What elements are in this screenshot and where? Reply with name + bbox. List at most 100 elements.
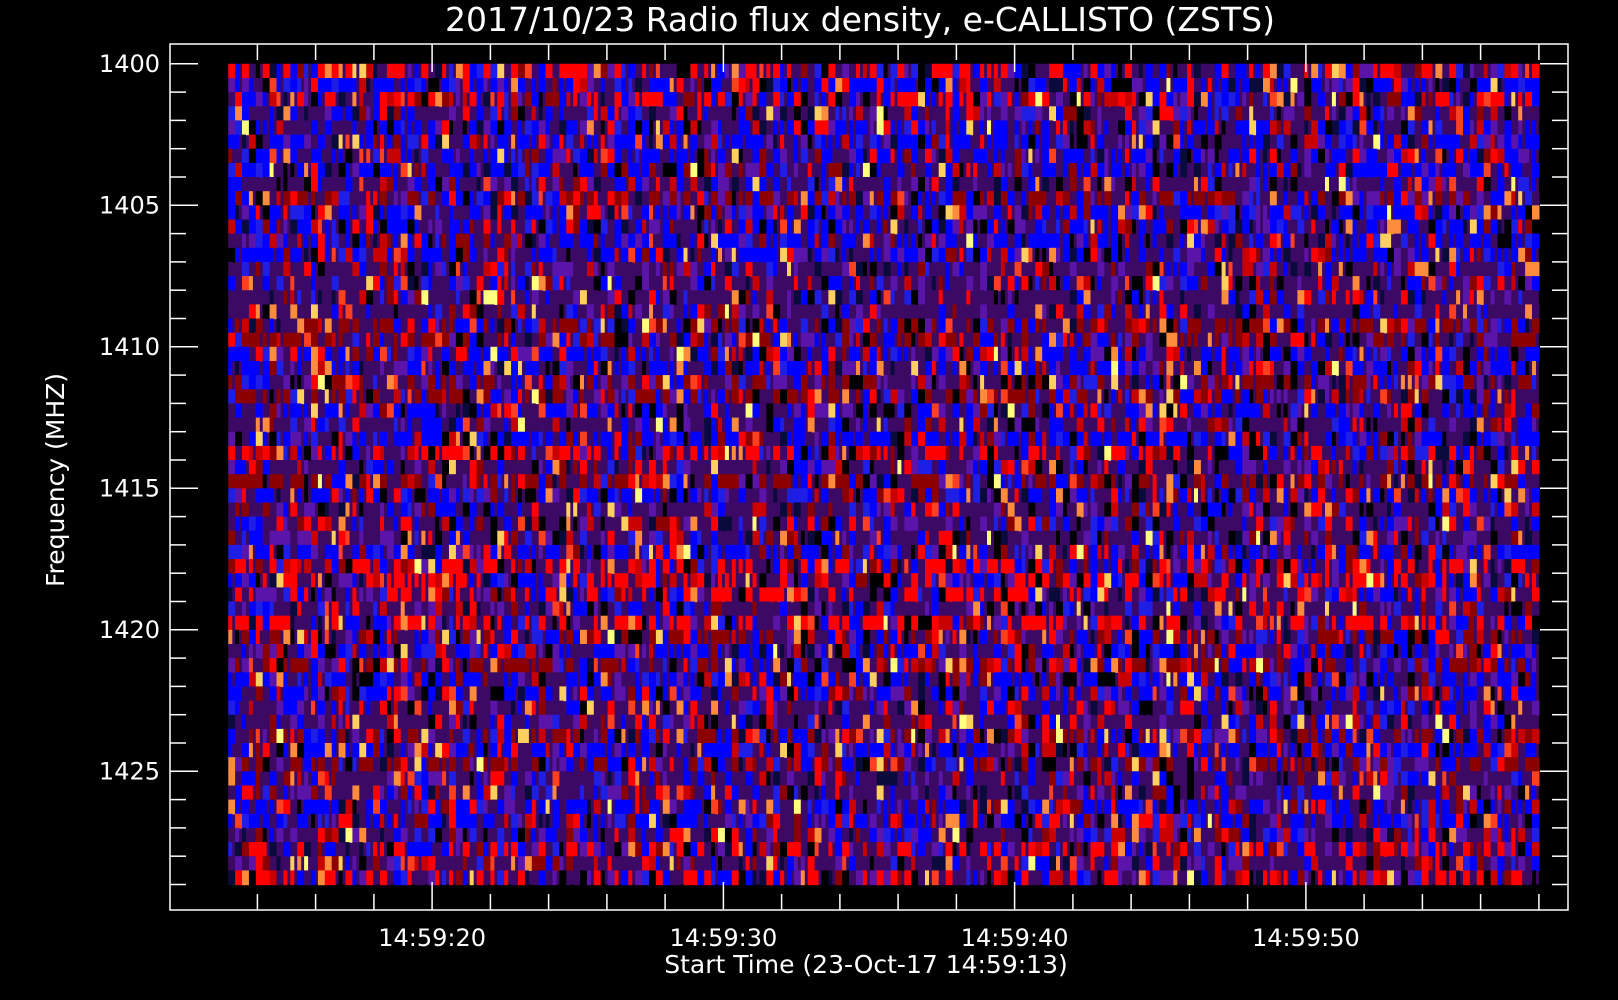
heatmap-cell xyxy=(504,148,509,164)
heatmap-cell xyxy=(1021,346,1029,362)
heatmap-cell xyxy=(904,120,912,136)
heatmap-cell xyxy=(993,361,998,376)
heatmap-cell xyxy=(1249,92,1254,107)
heatmap-cell xyxy=(931,375,936,390)
heatmap-cell xyxy=(1352,120,1361,136)
heatmap-cell xyxy=(1318,120,1326,136)
heatmap-cell xyxy=(1318,375,1326,390)
heatmap-cell xyxy=(642,276,650,291)
heatmap-cell xyxy=(711,417,716,433)
heatmap-cell xyxy=(1256,177,1261,192)
heatmap-cell xyxy=(931,389,936,405)
heatmap-cell xyxy=(918,120,926,136)
heatmap-cell xyxy=(883,417,888,433)
heatmap-cell xyxy=(1276,346,1281,362)
heatmap-cell xyxy=(1449,389,1457,405)
heatmap-cell xyxy=(593,247,602,263)
heatmap-cell xyxy=(304,78,309,93)
heatmap-cell xyxy=(869,290,878,305)
heatmap-cell xyxy=(573,332,581,348)
heatmap-cell xyxy=(697,318,705,334)
heatmap-cell xyxy=(331,276,340,291)
heatmap-cell xyxy=(428,290,433,305)
heatmap-cell xyxy=(345,417,353,433)
heatmap-cell xyxy=(593,219,602,235)
heatmap-cell xyxy=(1511,120,1516,136)
heatmap-cell xyxy=(297,290,302,305)
heatmap-cell xyxy=(1242,233,1250,249)
heatmap-cell xyxy=(655,261,660,277)
heatmap-cell xyxy=(807,92,816,107)
heatmap-cell xyxy=(435,191,440,206)
heatmap-cell xyxy=(1104,78,1112,93)
heatmap-cell xyxy=(1200,361,1209,376)
heatmap-cell xyxy=(621,233,629,249)
heatmap-cell xyxy=(1359,290,1364,305)
heatmap-cell xyxy=(931,304,940,320)
heatmap-cell xyxy=(1180,403,1188,419)
heatmap-cell xyxy=(1490,120,1499,136)
heatmap-cell xyxy=(745,162,754,178)
heatmap-cell xyxy=(455,191,464,206)
heatmap-cell xyxy=(1028,417,1036,433)
heatmap-cell xyxy=(773,177,781,192)
heatmap-cell xyxy=(697,276,705,291)
heatmap-cell xyxy=(1221,361,1226,376)
heatmap-cell xyxy=(380,361,384,376)
heatmap-cell xyxy=(1159,247,1164,263)
heatmap-cell xyxy=(787,304,791,320)
heatmap-cell xyxy=(807,148,816,164)
heatmap-cell xyxy=(621,361,629,376)
heatmap-cell xyxy=(1056,361,1060,376)
heatmap-cell xyxy=(607,389,616,405)
heatmap-cell xyxy=(711,191,719,206)
heatmap-cell xyxy=(966,148,974,164)
heatmap-cell xyxy=(1490,361,1499,376)
heatmap-cell xyxy=(780,417,785,433)
heatmap-cell xyxy=(331,290,336,305)
heatmap-cell xyxy=(359,162,367,178)
heatmap-cell xyxy=(1207,191,1216,206)
heatmap-cell xyxy=(552,162,560,178)
heatmap-cell xyxy=(1056,191,1064,206)
heatmap-cell xyxy=(600,148,609,164)
heatmap-cell xyxy=(1145,332,1154,348)
heatmap-cell xyxy=(586,417,595,433)
heatmap-cell xyxy=(1490,106,1499,122)
heatmap-cell xyxy=(1021,417,1029,433)
heatmap-cell xyxy=(1180,346,1185,362)
heatmap-cell xyxy=(304,247,309,263)
heatmap-cell xyxy=(1283,233,1292,249)
heatmap-cell xyxy=(338,417,347,433)
heatmap-cell xyxy=(711,92,716,107)
heatmap-cell xyxy=(1366,261,1374,277)
heatmap-cell xyxy=(1180,417,1185,433)
heatmap-cell xyxy=(918,290,926,305)
heatmap-cell xyxy=(331,346,340,362)
heatmap-cell xyxy=(1400,92,1409,107)
heatmap-cell xyxy=(283,177,288,192)
heatmap-cell xyxy=(345,92,350,107)
heatmap-cell xyxy=(366,318,374,334)
heatmap-cell xyxy=(918,205,923,221)
heatmap-cell xyxy=(324,318,333,334)
heatmap-cell xyxy=(1118,191,1126,206)
heatmap-cell xyxy=(1414,78,1419,93)
heatmap-cell xyxy=(442,375,447,390)
heatmap-cell xyxy=(469,78,474,93)
heatmap-cell xyxy=(1145,361,1154,376)
heatmap-cell xyxy=(1062,92,1071,107)
heatmap-cell xyxy=(642,261,650,277)
heatmap-cell xyxy=(1345,375,1350,390)
heatmap-cell xyxy=(414,290,422,305)
heatmap-cell xyxy=(1456,276,1461,291)
heatmap-cell xyxy=(297,403,302,419)
heatmap-cell xyxy=(828,417,836,433)
heatmap-cell xyxy=(1000,361,1009,376)
heatmap-cell xyxy=(1366,92,1371,107)
heatmap-cell xyxy=(669,233,678,249)
heatmap-cell xyxy=(1166,276,1174,291)
heatmap-cell xyxy=(1028,92,1036,107)
heatmap-cell xyxy=(455,417,464,433)
heatmap-cell xyxy=(283,205,288,221)
